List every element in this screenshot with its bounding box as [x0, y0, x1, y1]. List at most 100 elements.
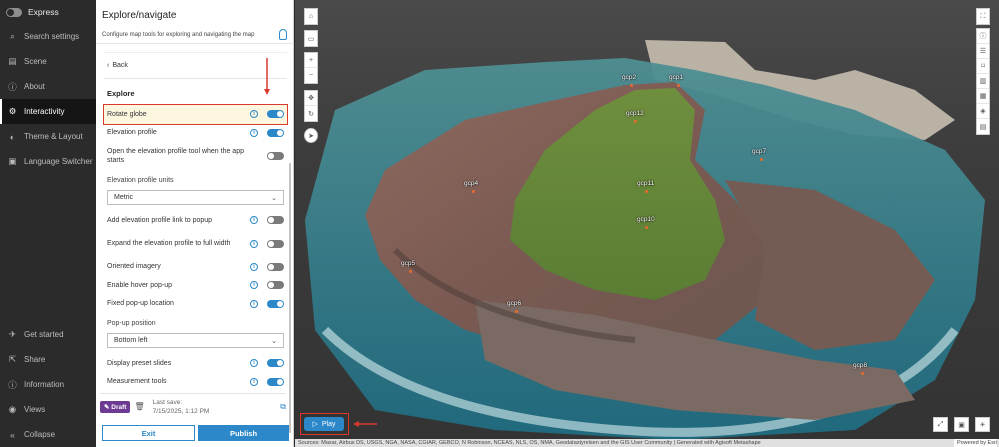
- lightbulb-icon[interactable]: [279, 29, 287, 40]
- nav-item-about[interactable]: ⓘ About: [0, 74, 96, 99]
- list-icon[interactable]: ☰: [977, 44, 989, 59]
- layers-icon: ▤: [8, 56, 17, 66]
- nav-item-label: Collapse: [24, 430, 56, 439]
- basemap-toolbar: ▭: [304, 30, 318, 47]
- draft-badge: ✎ Draft: [100, 400, 131, 413]
- gcp-marker[interactable]: gcp1: [669, 74, 684, 87]
- island-scene: [305, 40, 985, 440]
- nav-item-label: Language Switcher: [24, 157, 93, 166]
- gcp-marker[interactable]: gcp6: [507, 300, 521, 313]
- nav-item-collapse[interactable]: « Collapse: [0, 422, 96, 447]
- gcp-label: gcp1: [669, 74, 684, 81]
- gcp-marker[interactable]: gcp7: [752, 148, 767, 161]
- nav-item-language-switcher[interactable]: ▣ Language Switcher: [0, 149, 96, 174]
- basemap-icon[interactable]: ▤: [977, 119, 989, 134]
- preset-slides-switch[interactable]: [267, 359, 284, 368]
- panel-body: ‹ Back Explore Rotate globe i Elevation …: [103, 52, 291, 433]
- rotate-icon[interactable]: ↻: [305, 106, 317, 121]
- measurement-tools-switch[interactable]: [267, 377, 284, 386]
- exit-button[interactable]: Exit: [102, 425, 195, 441]
- nav-item-interactivity[interactable]: ⚙ Interactivity: [0, 99, 96, 124]
- home-button[interactable]: ⌂: [305, 9, 317, 24]
- nav-item-search-settings[interactable]: ⌕ Search settings: [0, 24, 96, 49]
- nav-item-label: Information: [24, 380, 65, 389]
- back-button[interactable]: ‹ Back: [104, 53, 287, 79]
- gcp-marker[interactable]: gcp2: [622, 74, 636, 87]
- expand-icon[interactable]: ⛶: [977, 9, 989, 24]
- legend-icon[interactable]: ▥: [977, 74, 989, 89]
- daylight-icon[interactable]: ☀: [975, 417, 990, 432]
- nav-item-views[interactable]: ◉ Views: [0, 397, 96, 422]
- info-icon[interactable]: i: [250, 299, 258, 308]
- gcp-marker[interactable]: gcp8: [853, 362, 867, 375]
- zoom-in-button[interactable]: +: [305, 53, 317, 68]
- pan-icon[interactable]: ✥: [305, 91, 317, 106]
- gcp-marker[interactable]: gcp5: [401, 260, 415, 273]
- bottom-right-controls: ⤢ ▣ ☀: [933, 417, 990, 432]
- bookmark-icon[interactable]: ⌑: [977, 59, 989, 74]
- info-icon: ⓘ: [8, 379, 17, 390]
- nav-item-information[interactable]: ⓘ Information: [0, 372, 96, 397]
- popup-position-select[interactable]: Bottom left ⌄: [107, 333, 284, 348]
- gcp-point: [634, 120, 637, 123]
- zoom-out-button[interactable]: −: [305, 68, 317, 83]
- nav-header: Express: [0, 0, 96, 24]
- expand-elevation-switch[interactable]: [267, 239, 284, 248]
- nav-item-share[interactable]: ⇱ Share: [0, 347, 96, 372]
- gcp-point: [409, 270, 412, 273]
- gcp-label: gcp12: [626, 110, 644, 117]
- collapse-icon: «: [10, 429, 15, 440]
- nav-item-scene[interactable]: ▤ Scene: [0, 49, 96, 74]
- express-toggle[interactable]: [6, 7, 22, 17]
- compass-icon[interactable]: ➤: [305, 129, 317, 142]
- elevation-profile-switch[interactable]: [267, 128, 284, 137]
- copy-icon[interactable]: ⧉: [280, 402, 286, 412]
- fullscreen-icon[interactable]: ⤢: [933, 417, 948, 432]
- slides-icon[interactable]: ▣: [954, 417, 969, 432]
- gcp-marker[interactable]: gcp12: [626, 110, 644, 123]
- rotate-globe-arrow: [264, 58, 270, 95]
- open-elevation-switch[interactable]: [267, 152, 284, 160]
- row-elevation-profile: Elevation profile i: [104, 124, 287, 143]
- nav-item-theme-layout[interactable]: ◐ Theme & Layout: [0, 124, 96, 149]
- info-icon[interactable]: i: [250, 377, 258, 386]
- panel-scrollbar[interactable]: [289, 163, 291, 433]
- fixed-popup-switch[interactable]: [267, 299, 284, 308]
- info-icon[interactable]: i: [250, 128, 258, 137]
- elevation-units-label: Elevation profile units: [107, 177, 174, 184]
- chevron-left-icon: ‹: [107, 62, 110, 69]
- chart-icon[interactable]: ▦: [977, 89, 989, 104]
- gcp-marker[interactable]: gcp11: [637, 180, 654, 193]
- keyboard-icon[interactable]: ▭: [305, 31, 317, 46]
- info-icon[interactable]: i: [250, 359, 258, 368]
- compass-toolbar: ➤: [304, 128, 318, 143]
- row-fixed-popup: Fixed pop-up location i: [104, 295, 287, 314]
- info-icon[interactable]: ⓘ: [977, 29, 989, 44]
- info-icon[interactable]: i: [250, 216, 258, 225]
- info-icon[interactable]: i: [250, 110, 258, 119]
- nav-item-label: About: [24, 82, 45, 91]
- add-elevation-link-switch[interactable]: [267, 216, 284, 225]
- elevation-units-select[interactable]: Metric ⌄: [107, 190, 284, 205]
- gcp-point: [645, 226, 648, 229]
- gcp-marker[interactable]: gcp10: [637, 216, 655, 229]
- oriented-imagery-switch[interactable]: [267, 262, 284, 271]
- info-icon[interactable]: i: [250, 262, 258, 271]
- panel-description: Configure map tools for exploring and na…: [102, 31, 255, 38]
- rotate-globe-switch[interactable]: [267, 110, 284, 119]
- hover-popup-switch[interactable]: [267, 281, 284, 290]
- play-button[interactable]: ▷ Play: [304, 417, 344, 431]
- trash-icon[interactable]: 🗑: [134, 402, 144, 411]
- gcp-point: [515, 310, 518, 313]
- scene-view[interactable]: ⌂ ▭ + − ✥ ↻ ➤ ⛶ ⓘ ☰ ⌑ ▥ ▦ ◈ ▤ gcp2 gcp1 gc…: [295, 0, 999, 447]
- nav-title: Express: [28, 7, 59, 17]
- powered-by[interactable]: Powered by Esri: [953, 439, 997, 447]
- info-icon[interactable]: i: [250, 281, 258, 290]
- palette-icon: ◐: [9, 131, 16, 142]
- layers-icon[interactable]: ◈: [977, 104, 989, 119]
- nav-item-get-started[interactable]: ✈ Get started: [0, 322, 96, 347]
- gcp-marker[interactable]: gcp4: [464, 180, 478, 193]
- publish-button[interactable]: Publish: [198, 425, 289, 441]
- gcp-label: gcp7: [752, 148, 767, 155]
- info-icon[interactable]: i: [250, 239, 258, 248]
